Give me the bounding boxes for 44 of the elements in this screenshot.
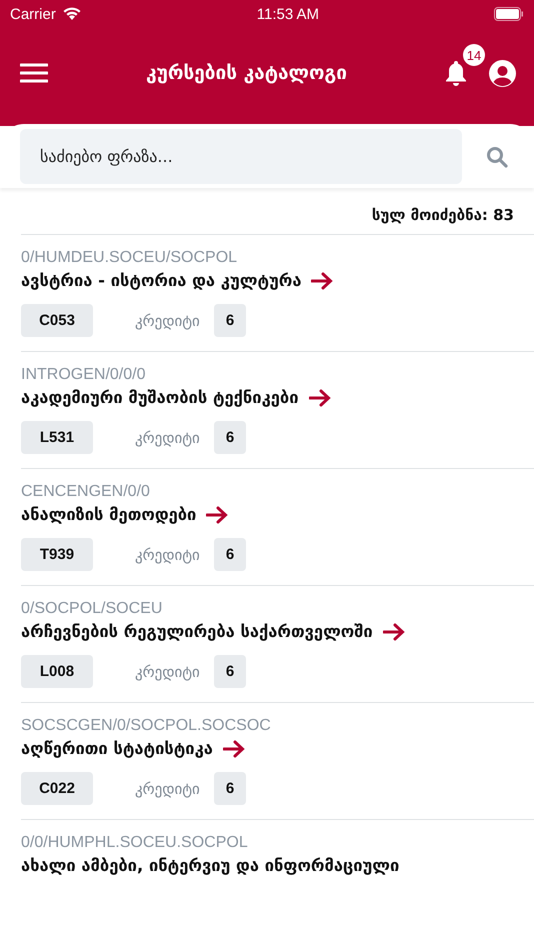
course-code: C053: [21, 304, 93, 337]
notification-badge: 14: [463, 44, 485, 66]
battery-icon: [494, 7, 524, 21]
arrow-icon[interactable]: [206, 506, 228, 524]
credits-value: 6: [214, 538, 246, 571]
credits-value: 6: [214, 772, 246, 805]
course-title[interactable]: არჩევნების რეგულირება საქართველოში: [21, 622, 373, 641]
arrow-icon[interactable]: [311, 272, 334, 290]
credits-label: კრედიტი: [135, 428, 200, 446]
arrow-icon[interactable]: [222, 740, 245, 758]
arrow-icon[interactable]: [308, 388, 330, 406]
credits-value: 6: [214, 421, 246, 454]
course-code: L008: [21, 655, 93, 688]
course-path: CENCENGEN/0/0: [21, 483, 151, 501]
credits-label: კრედიტი: [135, 662, 200, 680]
course-code: T939: [21, 538, 93, 571]
course-title[interactable]: აღწერითი სტატისტიკა: [21, 739, 213, 758]
clock: 11:53 AM: [256, 6, 320, 22]
course-code: L531: [21, 421, 93, 454]
course-title[interactable]: აკადემიური მუშაობის ტექნიკები: [21, 388, 298, 407]
course-path: 0/SOCPOL/SOCEU: [21, 600, 164, 618]
credits-value: 6: [214, 655, 246, 688]
course-title[interactable]: ახალი ამბები, ინტერვიუ და ინფორმაციული: [21, 856, 400, 875]
course-title[interactable]: ავსტრია - ისტორია და კულტურა: [21, 271, 302, 290]
course-path: 0/0/HUMPHL.SOCEU.SOCPOL: [21, 834, 249, 852]
menu-icon[interactable]: [20, 63, 48, 83]
course-title[interactable]: ანალიზის მეთოდები: [21, 505, 196, 524]
user-icon[interactable]: [489, 60, 516, 86]
wifi-icon: [62, 7, 82, 21]
page-title: კურსების კატალოგი: [145, 62, 348, 84]
credits-label: კრედიტი: [135, 780, 200, 798]
course-path: INTROGEN/0/0/0: [21, 366, 146, 384]
arrow-icon[interactable]: [382, 622, 405, 640]
search-icon[interactable]: [486, 146, 508, 168]
course-path: SOCSCGEN/0/SOCPOL.SOCSOC: [21, 717, 272, 735]
search-field[interactable]: საძიებო ფრაზა...: [20, 129, 462, 184]
credits-label: კრედიტი: [135, 312, 200, 330]
course-code: C022: [21, 772, 93, 805]
bell-icon[interactable]: [445, 60, 467, 86]
credits-label: კრედიტი: [135, 546, 200, 564]
credits-value: 6: [214, 304, 246, 337]
carrier-label: Carrier: [10, 6, 56, 22]
results-count: სულ მოიძებნა: 83: [370, 205, 515, 226]
course-path: 0/HUMDEU.SOCEU/SOCPOL: [21, 249, 238, 267]
